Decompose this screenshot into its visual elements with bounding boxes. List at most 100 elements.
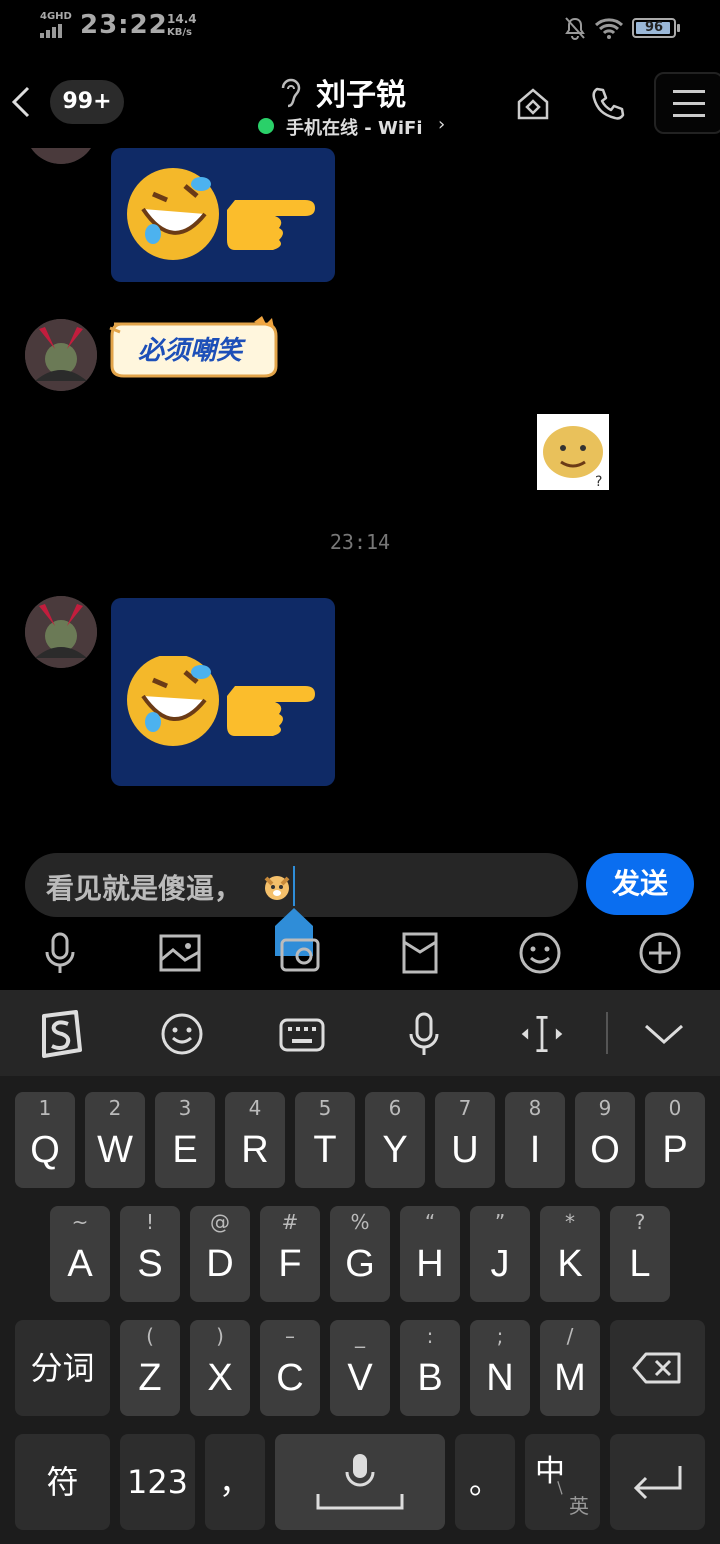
key-h[interactable]: “H (400, 1206, 460, 1302)
microphone-icon[interactable] (38, 930, 82, 976)
key-secondary-char: ? (634, 1210, 646, 1234)
contact-avatar[interactable] (25, 596, 97, 668)
key-secondary-char: 2 (108, 1096, 122, 1120)
key-secondary-char: 3 (178, 1096, 192, 1120)
sticker-caption: 必须嘲笑 (138, 336, 243, 366)
key-a[interactable]: ~ A (50, 1206, 110, 1302)
message-input-text[interactable]: 看见就是傻逼， (46, 867, 242, 907)
key-b[interactable]: :B (400, 1320, 460, 1416)
key-label: N (486, 1357, 514, 1399)
keyboard-layout-icon[interactable] (278, 1010, 326, 1058)
key-label: O (590, 1129, 620, 1171)
key-l[interactable]: ? L (610, 1206, 670, 1302)
period-key[interactable]: 。 (455, 1434, 515, 1530)
key-i[interactable]: 8I (505, 1092, 565, 1188)
key-y[interactable]: 6Y (365, 1092, 425, 1188)
emoji-icon[interactable] (518, 930, 562, 976)
enter-key[interactable] (610, 1434, 705, 1530)
menu-button[interactable] (654, 72, 720, 134)
key-f[interactable]: # F (260, 1206, 320, 1302)
key-w[interactable]: 2W (85, 1092, 145, 1188)
key-n[interactable]: ; N (470, 1320, 530, 1416)
toolbar-divider (606, 1012, 608, 1054)
key-secondary-char: 4 (248, 1096, 262, 1120)
battery-icon: 96 (632, 18, 680, 38)
network-speed: 14.4 KB/s (167, 12, 197, 40)
comma-key-label: ， (218, 1463, 251, 1501)
key-secondary-char: ) (216, 1324, 224, 1348)
language-switch-key[interactable]: 中 / 英 (525, 1434, 600, 1530)
red-packet-icon[interactable] (398, 930, 442, 976)
key-v[interactable]: _ V (330, 1320, 390, 1416)
key-label: B (417, 1357, 443, 1399)
symbol-key[interactable]: 符 (15, 1434, 110, 1530)
laughing-pointing-emoji-icon (127, 168, 315, 260)
key-d[interactable]: @ D (190, 1206, 250, 1302)
key-r[interactable]: 4R (225, 1092, 285, 1188)
key-label: T (313, 1129, 337, 1171)
cursor-move-icon[interactable] (518, 1010, 566, 1058)
key-m[interactable]: / M (540, 1320, 600, 1416)
phone-icon[interactable] (588, 84, 628, 124)
comma-key[interactable]: ， (205, 1434, 265, 1530)
key-p[interactable]: 0P (645, 1092, 705, 1188)
unread-badge[interactable]: 99+ (50, 80, 124, 124)
key-label: X (207, 1357, 233, 1399)
key-z[interactable]: (Z (120, 1320, 180, 1416)
numbers-key[interactable]: 123 (120, 1434, 195, 1530)
segment-key-label: 分词 (30, 1349, 95, 1387)
sent-sticker-image[interactable]: ? (537, 414, 609, 490)
key-label: Y (382, 1129, 408, 1171)
home-diamond-icon[interactable] (513, 84, 553, 124)
camera-icon[interactable] (278, 930, 322, 976)
space-key[interactable] (275, 1434, 445, 1530)
key-secondary-char: @ (210, 1210, 230, 1234)
sogou-logo-icon[interactable] (36, 1010, 84, 1058)
key-o[interactable]: 9O (575, 1092, 635, 1188)
send-button[interactable]: 发送 (586, 853, 694, 915)
key-x[interactable]: ) X (190, 1320, 250, 1416)
sticker-laugh-point[interactable] (111, 148, 335, 282)
voice-input-icon[interactable] (400, 1010, 448, 1058)
status-time: 23:22 (80, 10, 168, 40)
key-u[interactable]: 7U (435, 1092, 495, 1188)
emoji-keyboard-icon[interactable] (158, 1010, 206, 1058)
contact-avatar[interactable] (25, 319, 97, 391)
status-bar: 4GHD 23:22 14.4 KB/s 96 (0, 0, 720, 56)
key-q[interactable]: 1Q (15, 1092, 75, 1188)
speed-value: 14.4 (167, 12, 197, 26)
collapse-keyboard-icon[interactable] (640, 1010, 688, 1058)
key-e[interactable]: 3E (155, 1092, 215, 1188)
online-status[interactable]: 手机在线 - WiFi (286, 114, 423, 140)
dog-emoji-icon (264, 876, 290, 900)
image-icon[interactable] (158, 930, 202, 976)
plus-circle-icon[interactable] (638, 930, 682, 976)
key-label: M (554, 1357, 586, 1399)
key-t[interactable]: 5T (295, 1092, 355, 1188)
key-secondary-char: 8 (528, 1096, 542, 1120)
key-k[interactable]: * K (540, 1206, 600, 1302)
svg-text:?: ? (595, 474, 602, 490)
key-c[interactable]: – C (260, 1320, 320, 1416)
key-label: Q (30, 1129, 60, 1171)
sticker-laugh-point[interactable] (111, 598, 335, 786)
wifi-icon (594, 18, 624, 39)
segment-key[interactable]: 分词 (15, 1320, 110, 1416)
composer-toolbar (0, 930, 720, 980)
key-secondary-char: ” (494, 1210, 506, 1234)
key-j[interactable]: ” J (470, 1206, 530, 1302)
text-caret (293, 866, 295, 906)
key-s[interactable]: ! S (120, 1206, 180, 1302)
key-secondary-char: 7 (458, 1096, 472, 1120)
back-arrow-icon[interactable] (6, 82, 36, 122)
key-secondary-char: 0 (668, 1096, 682, 1120)
key-secondary-char: “ (424, 1210, 436, 1234)
chevron-right-icon[interactable]: › (438, 114, 445, 135)
backspace-key[interactable] (610, 1320, 705, 1416)
key-label: F (278, 1243, 302, 1285)
key-label: J (490, 1243, 510, 1285)
key-label: Z (138, 1357, 162, 1399)
key-secondary-char: 9 (598, 1096, 612, 1120)
key-g[interactable]: % G (330, 1206, 390, 1302)
key-label: P (662, 1129, 688, 1171)
